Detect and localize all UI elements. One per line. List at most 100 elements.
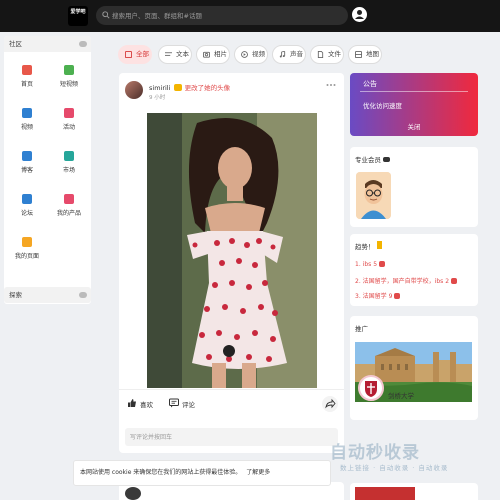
sidebar-item-blog[interactable]: 博客 [7, 151, 47, 174]
tab-label: 视频 [252, 50, 265, 58]
like-label: 喜欢 [140, 401, 153, 409]
sidebar-header[interactable]: 社区 [4, 36, 91, 52]
forum-icon [22, 194, 32, 204]
play-icon [22, 108, 32, 118]
post-username[interactable]: simirili [149, 84, 170, 92]
tab-files[interactable]: 文件 [310, 45, 344, 64]
user-icon [355, 10, 364, 19]
explore-label: 探索 [9, 291, 22, 299]
cartoon-man-avatar [356, 172, 391, 219]
member-avatar[interactable] [356, 172, 391, 219]
trends-card: 趋势！ 1. ibs 5 2. 法国留学，国产自带学校，ibs 2 3. 法国留… [350, 234, 478, 306]
user-avatar-button[interactable] [352, 7, 367, 22]
lightning-icon [376, 241, 382, 249]
learn-more-link[interactable]: 了解更多 [246, 469, 270, 476]
hot-icon [394, 293, 401, 299]
trend-item[interactable]: 1. ibs 5 [355, 261, 386, 268]
expand-icon[interactable] [79, 292, 87, 298]
post-photo[interactable] [147, 113, 317, 388]
divider [360, 91, 468, 92]
sidebar: 社区 首页 短视频 视频 活动 博客 市场 论坛 我的产品 我的页面 [4, 36, 91, 304]
announcement-title: 公告 [363, 80, 377, 88]
tab-maps[interactable]: 地图 [348, 45, 382, 64]
tab-label: 声音 [290, 50, 303, 58]
post-time[interactable]: 9 小时 [149, 93, 165, 101]
hot-icon [379, 261, 386, 267]
like-button[interactable]: 喜欢 [127, 399, 153, 409]
post-author-avatar[interactable] [125, 81, 143, 99]
tab-text[interactable]: 文本 [158, 45, 192, 64]
hot-icon [451, 278, 458, 284]
sidebar-title: 社区 [9, 40, 22, 48]
site-logo[interactable]: 爱学吧 [68, 6, 88, 26]
tab-label: 相片 [214, 50, 227, 58]
promotion-card: 推广 剑桥大学 [350, 316, 478, 420]
badge-icon [173, 84, 182, 91]
music-icon [279, 51, 286, 58]
sidebar-item-video[interactable]: 视频 [7, 108, 47, 131]
tab-label: 文件 [328, 50, 341, 58]
watermark-sub: 数上链接 · 自动收录 · 自动收录 [340, 464, 449, 472]
tab-all[interactable]: 全部 [118, 45, 152, 64]
promotion-name[interactable]: 剑桥大学 [388, 390, 414, 400]
product-icon [64, 194, 74, 204]
sidebar-item-shortvideo[interactable]: 短视频 [49, 65, 89, 88]
trends-title: 趋势！ [355, 241, 382, 251]
comment-icon [169, 398, 179, 408]
comment-button[interactable]: 评论 [169, 398, 195, 409]
post-actions: 喜欢 评论 [119, 389, 344, 419]
pro-member-title: 专业会员 [355, 154, 391, 164]
sidebar-item-market[interactable]: 市场 [49, 151, 89, 174]
blog-icon [22, 151, 32, 161]
collapse-icon[interactable] [79, 41, 87, 47]
watermark-main: 自动秒收录 [330, 443, 420, 463]
next-post-avatar[interactable] [125, 487, 141, 500]
file-icon [317, 51, 324, 58]
thumbs-up-icon [128, 399, 136, 407]
share-button[interactable] [322, 396, 338, 412]
all-icon [125, 51, 132, 58]
shield-icon [365, 381, 377, 397]
video-tab-icon [241, 51, 248, 58]
close-announcement-button[interactable]: 关闭 [350, 121, 478, 131]
crown-icon [383, 157, 391, 162]
promotion-title: 推广 [355, 325, 368, 333]
search-input[interactable] [112, 9, 337, 22]
share-icon [325, 398, 336, 409]
tab-label: 文本 [176, 50, 189, 58]
tab-label: 全部 [136, 50, 149, 58]
text-icon [165, 52, 172, 56]
tab-audio[interactable]: 声音 [272, 45, 306, 64]
calendar-icon [64, 108, 74, 118]
top-bar: 爱学吧 [0, 0, 500, 32]
sidebar-item-label: 我的页面 [14, 253, 39, 260]
sidebar-item-label: 论坛 [20, 210, 33, 217]
more-options-icon[interactable] [326, 83, 336, 87]
sidebar-item-label: 视频 [20, 124, 33, 131]
sidebar-item-products[interactable]: 我的产品 [49, 194, 89, 217]
tab-videos[interactable]: 视频 [234, 45, 268, 64]
sidebar-item-home[interactable]: 首页 [7, 65, 47, 88]
watermark: 自动秒收录 数上链接 · 自动收录 · 自动收录 [330, 438, 490, 478]
trend-item[interactable]: 3. 法国留学 9 [355, 291, 401, 300]
sidebar-item-pages[interactable]: 我的页面 [7, 237, 47, 260]
photo-icon [203, 51, 210, 58]
woman-in-polka-dot-dress-image [147, 113, 317, 388]
sidebar-item-label: 首页 [20, 81, 33, 88]
search-bar[interactable] [96, 6, 348, 25]
announcement-card: 公告 优化访问速度 关闭 [350, 73, 478, 136]
sidebar-item-label: 市场 [62, 167, 75, 174]
sidebar-item-forum[interactable]: 论坛 [7, 194, 47, 217]
map-icon [355, 51, 362, 58]
next-widget-banner[interactable] [355, 487, 415, 500]
video-icon [64, 65, 74, 75]
home-icon [22, 65, 32, 75]
comment-input[interactable] [125, 428, 338, 446]
sidebar-item-label: 活动 [62, 124, 75, 131]
explore-section[interactable]: 探索 [4, 287, 91, 303]
sidebar-item-events[interactable]: 活动 [49, 108, 89, 131]
trend-item[interactable]: 2. 法国留学，国产自带学校，ibs 2 [355, 276, 458, 285]
page-icon [22, 237, 32, 247]
tab-photos[interactable]: 相片 [196, 45, 230, 64]
sidebar-item-label: 我的产品 [56, 210, 81, 217]
